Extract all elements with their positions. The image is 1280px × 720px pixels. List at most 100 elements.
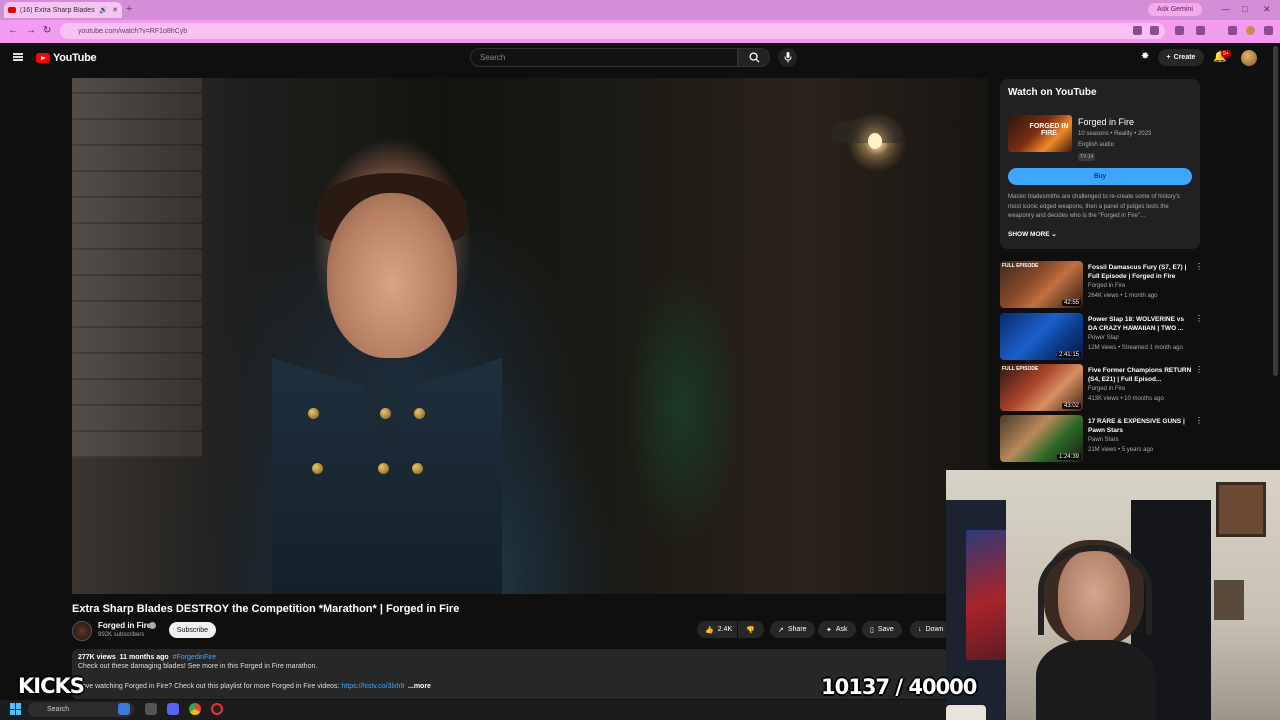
more-options-icon[interactable]: ⋮	[1195, 365, 1203, 374]
video-title[interactable]: 17 RARE & EXPENSIVE GUNS | Pawn Stars	[1088, 417, 1194, 435]
vest-button	[412, 463, 423, 474]
channel-name[interactable]: Forged in Fire	[1088, 386, 1125, 392]
show-more-button[interactable]: SHOW MORE ⌄	[1008, 230, 1057, 238]
taskbar-search-label: Search	[47, 706, 70, 713]
microphone-icon	[784, 52, 791, 63]
channel-name[interactable]: Forged in Fire	[1088, 283, 1125, 289]
account-avatar[interactable]	[1241, 50, 1257, 66]
close-window-button[interactable]: ✕	[1263, 4, 1271, 15]
url-text: youtube.com/watch?v=RF1o8hCyb	[78, 27, 188, 35]
subscribe-button[interactable]: Subscribe	[169, 622, 216, 638]
webcam-overlay	[946, 470, 1280, 720]
youtube-logo[interactable]: YouTube	[36, 52, 97, 64]
search-icon	[748, 52, 760, 63]
video-frame-face	[327, 193, 457, 358]
more-options-icon[interactable]: ⋮	[1195, 314, 1203, 323]
like-button[interactable]: 👍 2.4K	[697, 621, 737, 638]
extension-icon[interactable]	[1175, 26, 1184, 35]
page-scrollbar[interactable]	[1273, 46, 1278, 376]
show-description: Master bladesmiths are challenged to re-…	[1008, 194, 1180, 219]
new-tab-button[interactable]: +	[126, 3, 132, 15]
video-meta: 21M views • 5 years ago	[1088, 447, 1154, 453]
copilot-icon[interactable]	[118, 703, 130, 715]
notification-count-badge: 9+	[1221, 50, 1231, 58]
minimize-button[interactable]: —	[1221, 4, 1230, 14]
browser-tab[interactable]: (16) Extra Sharp Blades DE 🔊 ✕	[4, 2, 122, 18]
save-button[interactable]: ▯ Save	[862, 621, 902, 638]
video-duration: 2:41:15	[1056, 352, 1081, 358]
mute-icon[interactable]: 🔊	[99, 6, 108, 14]
recommended-video[interactable]: FULL EPISODE 42:55 Fossil Damascus Fury …	[1000, 261, 1203, 309]
share-label: Share	[787, 626, 807, 633]
obs-icon[interactable]	[211, 703, 223, 715]
video-thumbnail[interactable]: 1:24:39	[1000, 415, 1083, 462]
show-name[interactable]: Forged in Fire	[1078, 117, 1134, 127]
close-tab-icon[interactable]: ✕	[112, 6, 118, 14]
install-icon[interactable]	[1133, 26, 1142, 35]
recommended-video[interactable]: FULL EPISODE 43:02 Five Former Champions…	[1000, 364, 1203, 412]
create-button[interactable]: + Create	[1158, 49, 1204, 66]
channel-avatar[interactable]	[72, 621, 92, 641]
dislike-button[interactable]: 👎	[738, 621, 764, 638]
share-button[interactable]: ↗ Share	[770, 621, 815, 638]
chrome-icon[interactable]	[189, 703, 201, 715]
reload-icon[interactable]: ↻	[43, 25, 51, 36]
maximize-button[interactable]: □	[1242, 4, 1247, 14]
channel-name[interactable]: Forged in Fire	[98, 621, 151, 630]
video-title[interactable]: Five Former Champions RETURN (S4, E21) |…	[1088, 366, 1194, 384]
headset-icon	[1038, 545, 1152, 635]
video-duration: 42:55	[1061, 300, 1081, 306]
more-options-icon[interactable]: ⋮	[1195, 262, 1203, 271]
bookmark-star-icon[interactable]	[1150, 26, 1159, 35]
task-view-icon[interactable]	[145, 703, 157, 715]
hamburger-menu-icon[interactable]	[13, 53, 23, 61]
video-title[interactable]: Power Slap 18: WOLVERINE vs DA CRAZY HAW…	[1088, 315, 1194, 333]
video-thumbnail[interactable]: 2:41:15	[1000, 313, 1083, 360]
vest-button	[414, 408, 425, 419]
video-frame-bulb	[868, 133, 882, 149]
back-icon[interactable]: ←	[8, 25, 18, 36]
youtube-play-icon	[36, 53, 50, 63]
search-input[interactable]: Search	[470, 48, 738, 67]
bookmark-icon: ▯	[870, 626, 874, 634]
channel-name[interactable]: Power Slap	[1088, 335, 1119, 341]
full-episode-tag: FULL EPISODE	[1002, 366, 1039, 372]
more-options-icon[interactable]: ⋮	[1195, 416, 1203, 425]
extensions-puzzle-icon[interactable]	[1196, 26, 1205, 35]
buy-button[interactable]: Buy	[1008, 168, 1192, 185]
windows-start-icon[interactable]	[10, 703, 22, 715]
recommended-video[interactable]: 2:41:15 Power Slap 18: WOLVERINE vs DA C…	[1000, 313, 1203, 361]
address-bar[interactable]: youtube.com/watch?v=RF1o8hCyb	[60, 23, 1165, 39]
description-link[interactable]: https://histv.co/3lxh9	[341, 683, 404, 690]
download-button[interactable]: ↓ Down	[910, 621, 950, 638]
video-player[interactable]	[72, 78, 988, 594]
show-more-description[interactable]: ...more	[408, 683, 431, 690]
browser-profile-avatar[interactable]	[1246, 26, 1255, 35]
cast-icon[interactable]: ✸	[1141, 51, 1149, 62]
hashtag-link[interactable]: #ForgedinFire	[173, 654, 217, 661]
streamer-body	[1036, 640, 1156, 720]
channel-name[interactable]: Pawn Stars	[1088, 437, 1119, 443]
view-count: 277K views	[78, 654, 116, 661]
show-thumbnail[interactable]: FORGED IN FIRE	[1008, 115, 1072, 152]
video-thumbnail[interactable]: FULL EPISODE 42:55	[1000, 261, 1083, 308]
browser-menu-icon[interactable]	[1264, 26, 1273, 35]
video-duration: 1:24:39	[1056, 454, 1081, 460]
recommended-video[interactable]: 1:24:39 17 RARE & EXPENSIVE GUNS | Pawn …	[1000, 415, 1203, 463]
description-stats: 277K views 11 months ago #ForgedinFire	[78, 654, 216, 661]
video-title[interactable]: Fossil Damascus Fury (S7, E7) | Full Epi…	[1088, 263, 1194, 281]
like-count: 2.4K	[717, 626, 733, 633]
ask-button[interactable]: ✦ Ask	[818, 621, 856, 638]
thumbs-up-icon: 👍	[705, 626, 714, 634]
discord-icon[interactable]	[167, 703, 179, 715]
vest-button	[312, 463, 323, 474]
profile-extension-icon[interactable]	[1228, 26, 1237, 35]
chevron-down-icon: ⌄	[1051, 231, 1057, 238]
voice-search-button[interactable]	[778, 48, 797, 67]
ask-gemini-button[interactable]: Ask Gemini	[1148, 3, 1202, 16]
show-rating-badge: TV-14	[1078, 153, 1096, 161]
forward-icon[interactable]: →	[26, 25, 36, 36]
video-frame-brick-wall	[72, 78, 202, 458]
video-thumbnail[interactable]: FULL EPISODE 43:02	[1000, 364, 1083, 411]
search-button[interactable]	[738, 48, 770, 67]
